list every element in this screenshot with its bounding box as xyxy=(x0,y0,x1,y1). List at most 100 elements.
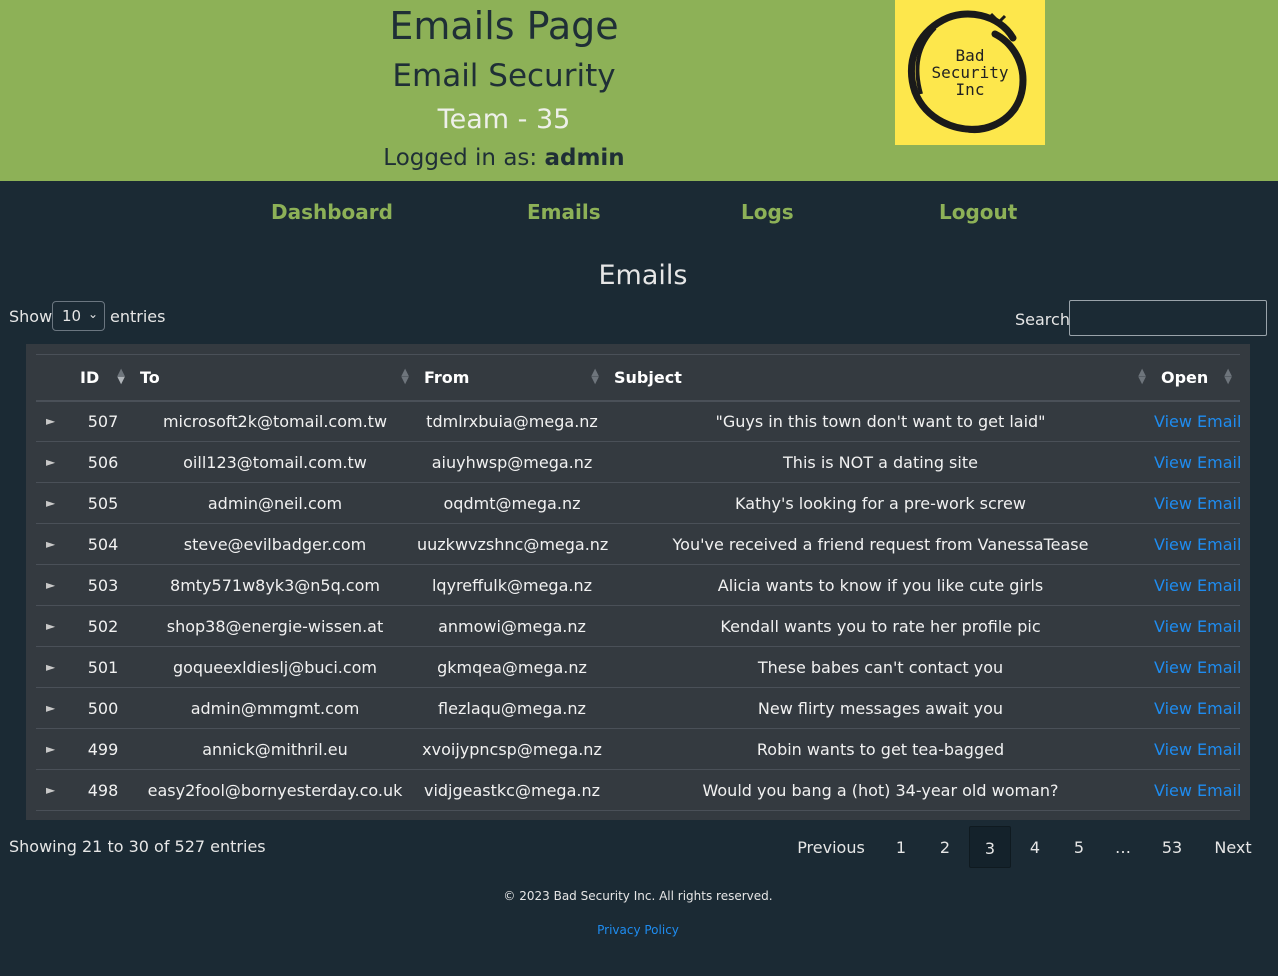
row-expand-icon[interactable]: ► xyxy=(36,605,73,647)
cell-to: annick@mithril.eu xyxy=(133,728,417,770)
emails-table-body: ► 507 microsoft2k@tomail.com.tw tdmlrxbuia@… xyxy=(36,400,1241,811)
page-5[interactable]: 5 xyxy=(1058,826,1100,868)
row-expand-icon[interactable]: ► xyxy=(36,728,73,770)
cell-subject: This is NOT a dating site xyxy=(607,441,1154,483)
view-email-link[interactable]: View Email xyxy=(1154,699,1241,718)
view-email-link[interactable]: View Email xyxy=(1154,617,1241,636)
table-info: Showing 21 to 30 of 527 entries xyxy=(9,837,266,856)
th-open-label: Open xyxy=(1161,367,1209,387)
row-expand-icon[interactable]: ► xyxy=(36,564,73,606)
cell-to: 8mty571w8yk3@n5q.com xyxy=(133,564,417,606)
view-email-link[interactable]: View Email xyxy=(1154,535,1241,554)
cell-open: View Email xyxy=(1154,482,1241,524)
logged-in-status: Logged in as: admin xyxy=(0,145,1008,171)
cell-id: 498 xyxy=(73,769,133,811)
cell-id: 499 xyxy=(73,728,133,770)
page-subtitle: Email Security xyxy=(392,58,616,94)
cell-id: 500 xyxy=(73,687,133,729)
sort-icon: ▲ ▼ xyxy=(1224,367,1232,386)
table-row: ► 503 8mty571w8yk3@n5q.com lqyreffulk@mega.… xyxy=(36,564,1241,606)
th-id[interactable]: ID ▲ ▼ xyxy=(73,354,133,402)
row-expand-icon[interactable]: ► xyxy=(36,687,73,729)
pagination-next[interactable]: Next xyxy=(1205,826,1261,868)
emails-table-container: ID ▲ ▼ To ▲ ▼ From ▲ ▼ Subject ▲ ▼ Open ▲ ▼ xyxy=(26,344,1250,820)
page-1[interactable]: 1 xyxy=(880,826,922,868)
th-open[interactable]: Open ▲ ▼ xyxy=(1154,354,1240,402)
th-subject[interactable]: Subject ▲ ▼ xyxy=(607,354,1154,402)
company-logo: Bad Security Inc xyxy=(895,0,1045,145)
view-email-link[interactable]: View Email xyxy=(1154,576,1241,595)
cell-id: 505 xyxy=(73,482,133,524)
view-email-link[interactable]: View Email xyxy=(1154,494,1241,513)
cell-subject: Kendall wants you to rate her profile pi… xyxy=(607,605,1154,647)
entries-per-page-value: 10 xyxy=(62,307,82,325)
nav-emails-link[interactable]: Emails xyxy=(527,200,601,224)
cell-from: aiuyhwsp@mega.nz xyxy=(417,441,607,483)
view-email-link[interactable]: View Email xyxy=(1154,453,1241,472)
sort-icon: ▲ ▼ xyxy=(591,367,599,386)
view-email-link[interactable]: View Email xyxy=(1154,658,1241,677)
table-row: ► 498 easy2fool@bornyesterday.co.uk vidjgea… xyxy=(36,769,1241,811)
page-2[interactable]: 2 xyxy=(924,826,966,868)
th-subject-label: Subject xyxy=(614,367,682,387)
cell-open: View Email xyxy=(1154,400,1241,442)
row-expand-icon[interactable]: ► xyxy=(36,646,73,688)
cell-to: admin@neil.com xyxy=(133,482,417,524)
page-3-current[interactable]: 3 xyxy=(969,826,1011,868)
logo-text: Bad Security Inc xyxy=(895,47,1045,98)
table-row: ► 505 admin@neil.com oqdmt@mega.nz Kathy's l… xyxy=(36,482,1241,524)
row-expand-icon[interactable]: ► xyxy=(36,523,73,565)
sort-icon: ▲ ▼ xyxy=(1138,367,1146,386)
length-menu-suffix: entries xyxy=(110,307,166,326)
row-expand-icon[interactable]: ► xyxy=(36,400,73,442)
table-row: ► 504 steve@evilbadger.com uuzkwvzshnc@mega… xyxy=(36,523,1241,565)
cell-to: admin@mmgmt.com xyxy=(133,687,417,729)
cell-open: View Email xyxy=(1154,728,1241,770)
cell-from: xvoijypncsp@mega.nz xyxy=(417,728,607,770)
nav-logout-link[interactable]: Logout xyxy=(939,200,1017,224)
row-expand-icon[interactable]: ► xyxy=(36,441,73,483)
nav-dashboard-link[interactable]: Dashboard xyxy=(271,200,393,224)
logo-line-2: Security xyxy=(931,63,1009,82)
th-id-label: ID xyxy=(80,367,100,387)
cell-to: steve@evilbadger.com xyxy=(133,523,417,565)
logo-line-1: Bad xyxy=(955,46,985,65)
view-email-link[interactable]: View Email xyxy=(1154,740,1241,759)
cell-to: easy2fool@bornyesterday.co.uk xyxy=(133,769,417,811)
nav-logs-link[interactable]: Logs xyxy=(741,200,794,224)
cell-from: tdmlrxbuia@mega.nz xyxy=(417,400,607,442)
th-control xyxy=(36,354,73,402)
view-email-link[interactable]: View Email xyxy=(1154,781,1241,800)
cell-id: 504 xyxy=(73,523,133,565)
entries-per-page-select[interactable]: 10 ⌄ xyxy=(52,301,105,331)
page-4[interactable]: 4 xyxy=(1014,826,1056,868)
page-53[interactable]: 53 xyxy=(1149,826,1195,868)
search-input[interactable] xyxy=(1069,300,1267,336)
logo-line-3: Inc xyxy=(955,80,985,99)
view-email-link[interactable]: View Email xyxy=(1154,412,1241,431)
row-expand-icon[interactable]: ► xyxy=(36,769,73,811)
row-expand-icon[interactable]: ► xyxy=(36,482,73,524)
cell-subject: Kathy's looking for a pre-work screw xyxy=(607,482,1154,524)
emails-table: ID ▲ ▼ To ▲ ▼ From ▲ ▼ Subject ▲ ▼ Open ▲ ▼ xyxy=(36,354,1241,811)
sort-icon: ▲ ▼ xyxy=(401,367,409,386)
cell-subject: Robin wants to get tea-bagged xyxy=(607,728,1154,770)
th-from[interactable]: From ▲ ▼ xyxy=(417,354,607,402)
cell-to: microsoft2k@tomail.com.tw xyxy=(133,400,417,442)
cell-to: oill123@tomail.com.tw xyxy=(133,441,417,483)
team-label: Team - 35 xyxy=(437,104,571,135)
privacy-policy-link[interactable]: Privacy Policy xyxy=(597,923,679,937)
cell-from: lqyreffulk@mega.nz xyxy=(417,564,607,606)
pagination-previous[interactable]: Previous xyxy=(789,826,873,868)
copyright-text: © 2023 Bad Security Inc. All rights rese… xyxy=(503,889,773,903)
cell-id: 503 xyxy=(73,564,133,606)
privacy-link-wrapper: Privacy Policy xyxy=(0,923,1276,937)
cell-open: View Email xyxy=(1154,564,1241,606)
table-row: ► 500 admin@mmgmt.com flezlaqu@mega.nz New f… xyxy=(36,687,1241,729)
table-row: ► 501 goqueexldieslj@buci.com gkmqea@mega.n… xyxy=(36,646,1241,688)
th-to[interactable]: To ▲ ▼ xyxy=(133,354,417,402)
cell-subject: New flirty messages await you xyxy=(607,687,1154,729)
cell-open: View Email xyxy=(1154,646,1241,688)
cell-to: shop38@energie-wissen.at xyxy=(133,605,417,647)
cell-subject: You've received a friend request from Va… xyxy=(607,523,1154,565)
